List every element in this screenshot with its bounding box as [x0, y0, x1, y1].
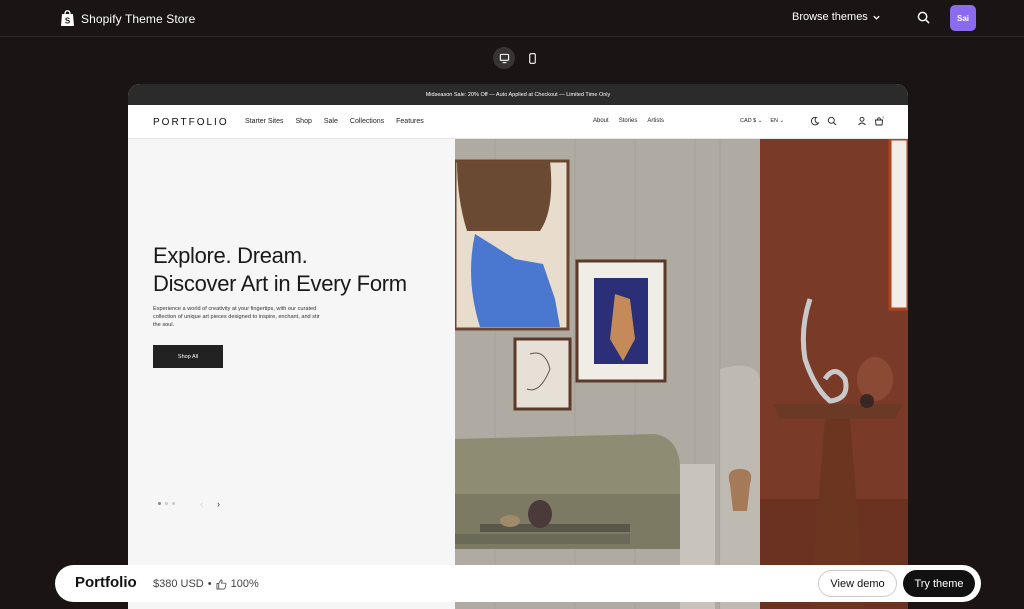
- search-icon[interactable]: [827, 116, 837, 126]
- slider-dot[interactable]: [165, 502, 168, 505]
- moon-icon[interactable]: [810, 116, 820, 126]
- slider-dot[interactable]: [158, 502, 161, 505]
- hero-subtext: Experience a world of creativity at your…: [153, 306, 320, 328]
- hero-headline-line-1: Explore. Dream.: [153, 243, 308, 268]
- hero-text-panel: [128, 139, 455, 609]
- theme-rating: 100%: [230, 578, 259, 590]
- nav-link-features[interactable]: Features: [396, 118, 424, 125]
- nav-link-collections[interactable]: Collections: [350, 118, 384, 125]
- theme-action-bar: Portfolio $380 USD • 100% View demo Try …: [55, 565, 981, 602]
- thumbs-up-icon: [216, 579, 227, 589]
- account-icon[interactable]: [857, 116, 867, 126]
- language-selector[interactable]: EN ⌄: [770, 118, 784, 124]
- store-logo[interactable]: S Shopify Theme Store: [60, 10, 195, 27]
- try-theme-button[interactable]: Try theme: [903, 570, 975, 597]
- shop-all-button[interactable]: Shop All: [153, 345, 223, 368]
- view-demo-button[interactable]: View demo: [818, 570, 897, 597]
- shopify-bag-icon: S: [61, 10, 74, 26]
- store-header: S Shopify Theme Store Browse themes Sai: [0, 0, 1024, 37]
- nav-link-about[interactable]: About: [593, 118, 609, 124]
- theme-meta: $380 USD • 100%: [153, 578, 259, 590]
- preview-brand[interactable]: PORTFOLIO: [153, 117, 229, 128]
- chevron-down-icon: [873, 15, 880, 20]
- avatar[interactable]: Sai: [950, 5, 976, 31]
- theme-price: $380 USD: [153, 578, 204, 590]
- cart-icon[interactable]: 0: [874, 116, 884, 126]
- desktop-preview-toggle[interactable]: [493, 47, 515, 69]
- mobile-icon: [528, 52, 536, 64]
- mobile-preview-toggle[interactable]: [521, 47, 543, 69]
- cart-count: 0: [883, 116, 884, 119]
- nav-link-sale[interactable]: Sale: [324, 118, 338, 125]
- svg-text:S: S: [65, 17, 71, 26]
- browse-themes-label: Browse themes: [792, 11, 868, 23]
- desktop-icon: [499, 53, 509, 63]
- nav-link-shop[interactable]: Shop: [296, 118, 312, 125]
- preview-nav-links: Starter Sites Shop Sale Collections Feat…: [245, 118, 424, 125]
- nav-link-artists[interactable]: Artists: [647, 118, 664, 124]
- meta-separator: •: [207, 578, 212, 590]
- theme-preview-frame: Midseason Sale: 20% Off — Auto Applied a…: [128, 84, 908, 609]
- slider-pagination[interactable]: [158, 502, 175, 505]
- preview-nav: PORTFOLIO Starter Sites Shop Sale Collec…: [128, 105, 908, 139]
- nav-link-starter-sites[interactable]: Starter Sites: [245, 118, 284, 125]
- hero-headline-line-2: Discover Art in Every Form: [153, 271, 407, 296]
- preview-nav-icons: 0: [810, 116, 884, 126]
- slider-dot[interactable]: [172, 502, 175, 505]
- nav-link-stories[interactable]: Stories: [619, 118, 638, 124]
- currency-selector[interactable]: CAD $ ⌄: [740, 118, 762, 124]
- preview-nav-links-right: About Stories Artists: [593, 118, 664, 124]
- announcement-bar: Midseason Sale: 20% Off — Auto Applied a…: [128, 84, 908, 105]
- slider-next-arrow[interactable]: ›: [217, 499, 220, 509]
- hero-headline: Explore. Dream. Discover Art in Every Fo…: [153, 242, 407, 298]
- hero-image: [455, 139, 908, 609]
- browse-themes-dropdown[interactable]: Browse themes: [792, 11, 881, 23]
- store-title: Shopify Theme Store: [81, 11, 196, 26]
- locale-selectors: CAD $ ⌄ EN ⌄: [740, 118, 784, 124]
- theme-name: Portfolio: [75, 574, 137, 591]
- slider-prev-arrow[interactable]: ‹: [200, 499, 203, 509]
- search-icon[interactable]: [917, 11, 930, 24]
